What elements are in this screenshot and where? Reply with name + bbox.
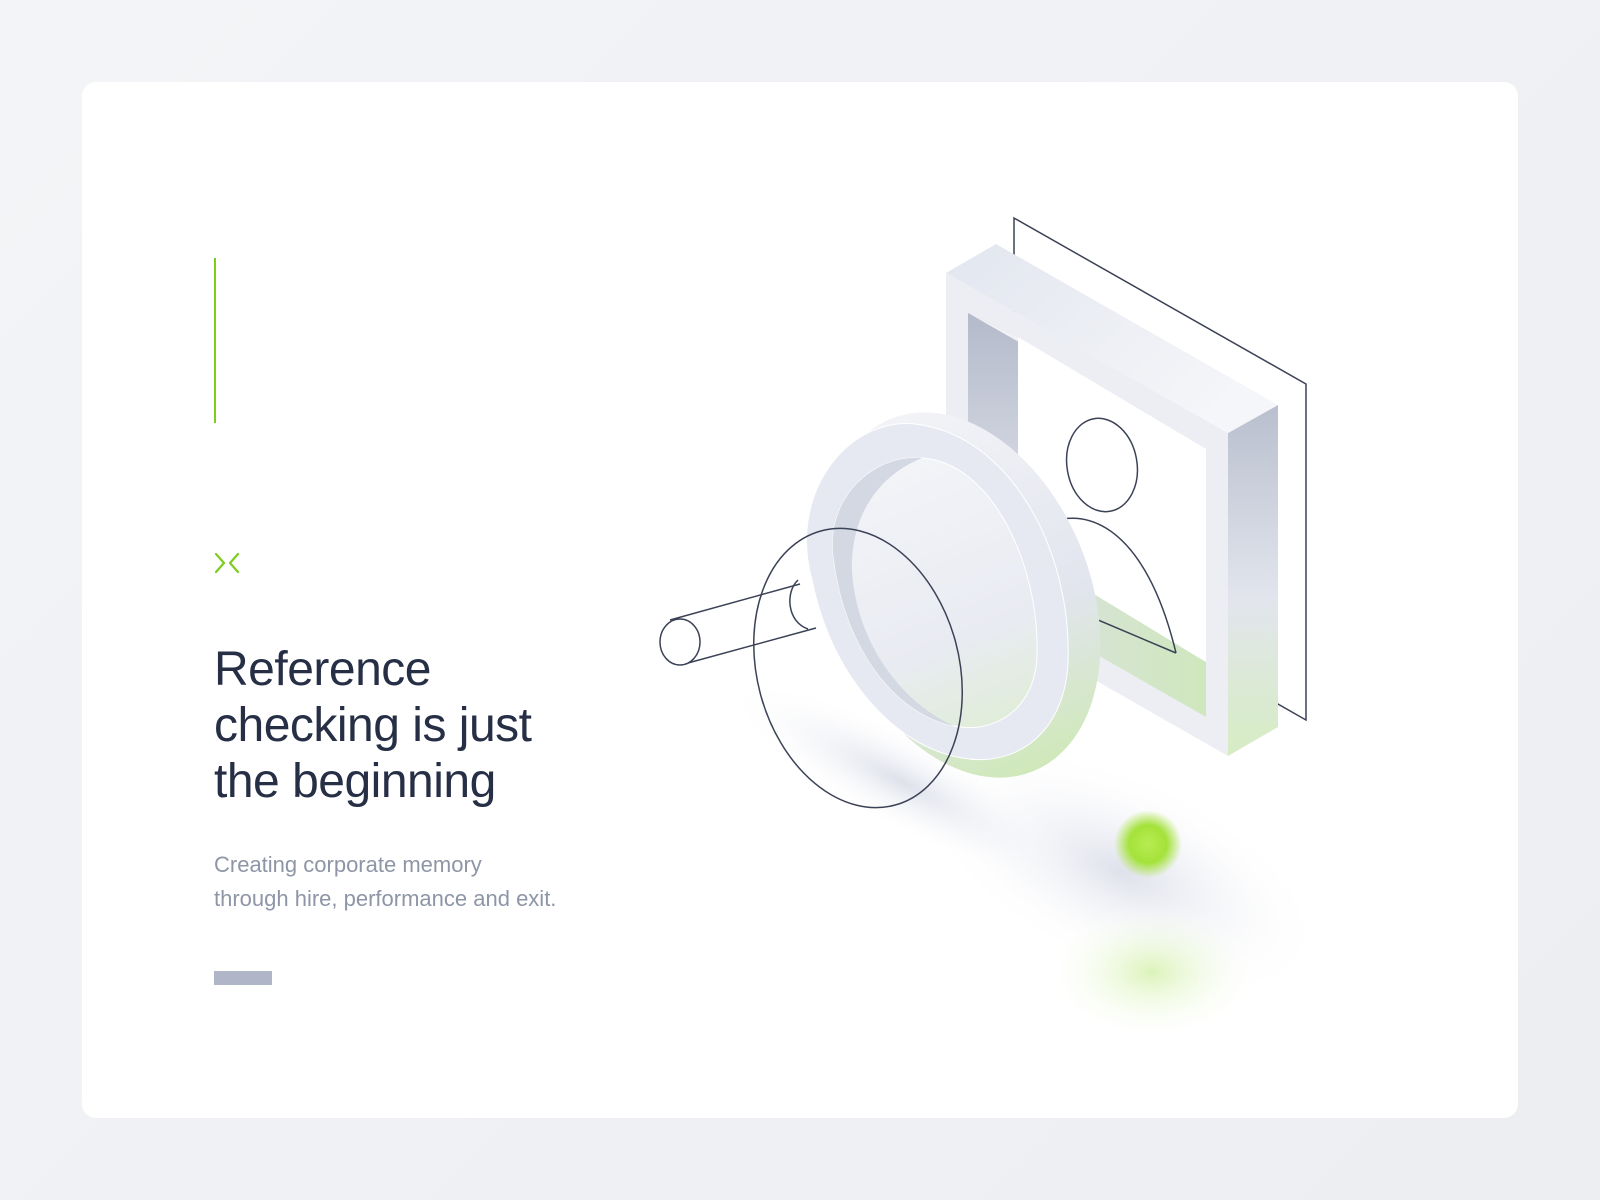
- magnifier-over-profile-frame-icon: [659, 216, 1328, 1042]
- hero-card: Reference checking is just the beginning…: [82, 82, 1518, 1118]
